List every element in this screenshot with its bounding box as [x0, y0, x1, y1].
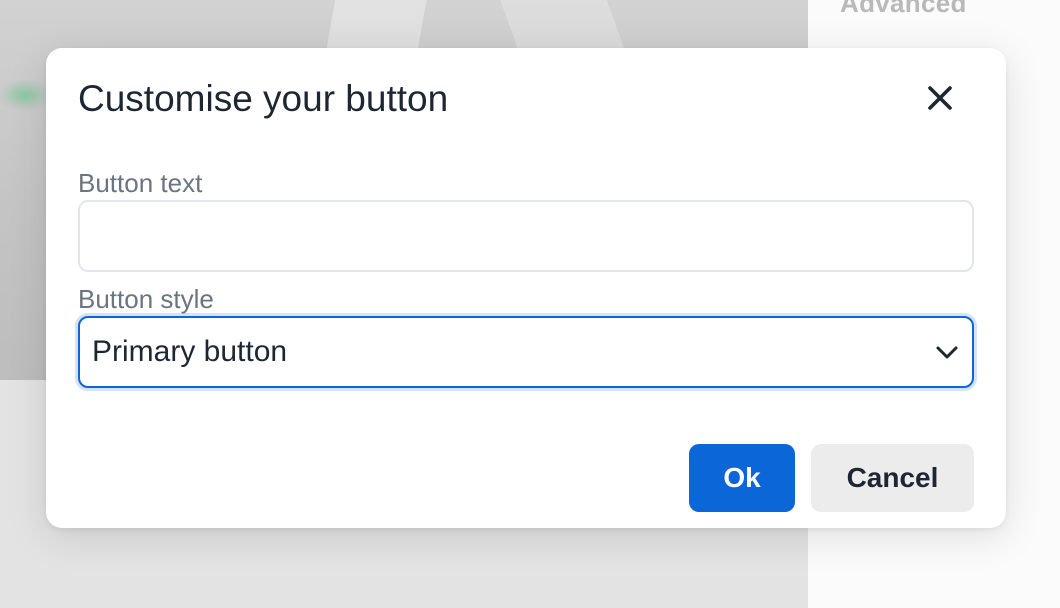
sidebar-advanced-label[interactable]: Advanced [840, 0, 967, 19]
customise-button-dialog: Customise your button Button text Button… [46, 48, 1006, 528]
button-text-input[interactable] [78, 200, 974, 272]
button-text-label: Button text [78, 168, 203, 198]
cancel-button[interactable]: Cancel [811, 444, 974, 512]
button-style-label: Button style [78, 284, 214, 314]
chevron-down-icon [936, 346, 958, 359]
button-style-select[interactable]: Primary button [78, 316, 974, 388]
ok-button[interactable]: Ok [689, 444, 795, 512]
button-style-selected-value: Primary button [92, 335, 288, 368]
background-image-highlight [0, 80, 50, 110]
close-icon [928, 86, 952, 110]
dialog-title: Customise your button [78, 78, 449, 119]
close-button[interactable] [916, 76, 964, 120]
